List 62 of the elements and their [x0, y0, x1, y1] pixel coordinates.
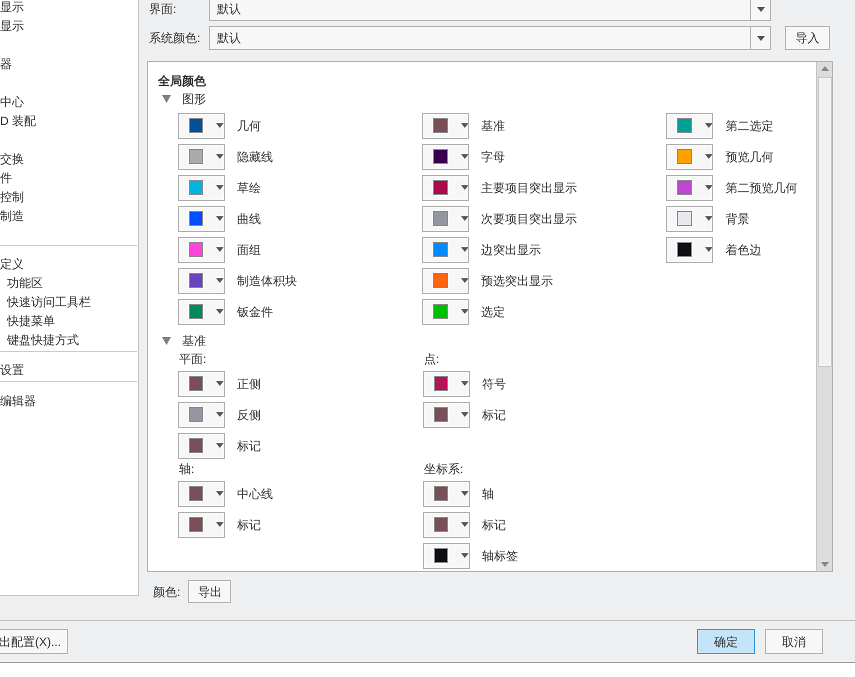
field-label: 系统颜色: [149, 30, 202, 47]
color-label: 基准 [481, 118, 506, 134]
color-label: 符号 [482, 376, 506, 392]
color-label: 面组 [237, 242, 261, 258]
sidebar-item[interactable]: 显示 [0, 0, 138, 17]
sidebar-item[interactable]: 快速访问工具栏 [7, 293, 137, 312]
system-color-dropdown[interactable]: 默认 [209, 26, 771, 50]
color-label: 制造体积块 [237, 272, 297, 290]
sidebar-item[interactable]: D 装配 [0, 112, 138, 131]
sidebar-item[interactable]: 设置 [0, 361, 137, 380]
color-label: 标记 [237, 516, 261, 534]
color-label: 边突出显示 [481, 242, 542, 258]
color-label: 字母 [481, 148, 506, 166]
ok-button[interactable]: 确定 [697, 629, 755, 654]
color-label: 标记 [482, 406, 506, 424]
color-label: 隐藏线 [237, 148, 273, 166]
sidebar-item[interactable]: 控制 [0, 188, 138, 207]
color-label: 主要项目突出显示 [481, 180, 578, 196]
group-label: 点: [424, 351, 440, 368]
color-label: 中心线 [237, 486, 273, 502]
sidebar-item[interactable]: 键盘快捷方式 [7, 331, 137, 350]
sidebar-item[interactable]: 器 [0, 55, 138, 74]
sidebar-item[interactable]: 显示 [0, 17, 138, 36]
color-label: 预览几何 [725, 148, 774, 166]
color-label: 预选突出显示 [481, 272, 554, 290]
color-label: 标记 [237, 438, 261, 454]
interface-dropdown[interactable]: 默认 [209, 0, 771, 21]
field-label: 界面: [149, 1, 178, 18]
color-label: 轴标签 [482, 548, 518, 564]
panel-title: 全局颜色 [158, 73, 207, 90]
sidebar-item[interactable]: 中心 [0, 93, 138, 112]
group-label: 平面: [179, 351, 208, 368]
color-label: 钣金件 [237, 304, 273, 320]
sidebar-item[interactable]: 件 [0, 169, 138, 188]
cancel-button[interactable]: 取消 [765, 629, 823, 654]
sidebar-item[interactable]: 编辑器 [0, 392, 138, 411]
color-label: 轴 [482, 486, 494, 502]
import-button[interactable]: 导入 [785, 26, 830, 50]
export-config-button[interactable]: 出配置(X)... [0, 629, 68, 654]
color-label: 几何 [237, 118, 261, 134]
sidebar-item[interactable]: 定义 [0, 255, 137, 274]
sidebar-item[interactable]: 功能区 [7, 274, 137, 293]
export-button[interactable]: 导出 [188, 580, 232, 603]
section-label: 图形 [182, 91, 206, 108]
color-label: 背景 [725, 210, 750, 228]
color-label: 草绘 [237, 180, 261, 196]
group-label: 轴: [179, 461, 196, 478]
field-label: 颜色: [153, 584, 180, 600]
color-label: 选定 [481, 304, 506, 320]
section-label: 基准 [182, 333, 206, 350]
color-label: 第二预览几何 [725, 180, 798, 196]
sidebar-item[interactable]: 快捷菜单 [7, 312, 137, 331]
group-label: 坐标系: [424, 461, 464, 478]
color-label: 第二选定 [725, 118, 774, 134]
color-label: 正侧 [237, 376, 261, 392]
color-label: 标记 [482, 516, 506, 534]
sidebar-item[interactable]: 交换 [0, 150, 138, 169]
color-label: 反侧 [237, 406, 261, 424]
color-label: 着色边 [725, 242, 762, 258]
color-label: 曲线 [237, 210, 261, 228]
color-label: 次要项目突出显示 [481, 210, 578, 228]
sidebar-item[interactable]: 制造 [0, 207, 138, 226]
